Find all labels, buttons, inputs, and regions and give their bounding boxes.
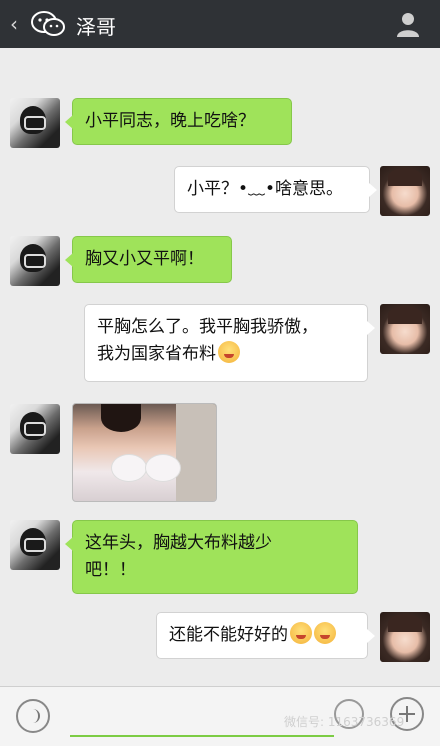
contact-avatar[interactable] [10, 236, 60, 286]
profile-icon[interactable] [394, 10, 422, 38]
message-bubble[interactable]: 平胸怎么了。我平胸我骄傲， 我为国家省布料 [84, 304, 375, 382]
message-text-line1: 平胸怎么了。我平胸我骄傲， [97, 317, 318, 337]
my-avatar[interactable] [380, 612, 430, 662]
message-bubble[interactable]: 胸又小又平啊！ [65, 236, 232, 283]
laughing-emoji-icon [314, 622, 336, 644]
top-bar: ‹ 泽哥 [0, 0, 440, 48]
message-bubble[interactable]: 还能不能好好的 [156, 612, 375, 659]
blushing-emoji-icon [218, 341, 240, 363]
message-text: 还能不能好好的 [169, 625, 288, 645]
my-avatar[interactable] [380, 304, 430, 354]
contact-avatar[interactable] [10, 404, 60, 454]
message-text-line1: 这年头，胸越大布料越少 [85, 533, 272, 553]
message-text: 小平？•﹏•啥意思。 [187, 179, 344, 199]
my-avatar[interactable] [380, 166, 430, 216]
wechat-icon [31, 11, 65, 36]
message-text: 胸又小又平啊！ [85, 249, 204, 269]
back-icon[interactable]: ‹ [10, 12, 18, 36]
message-text-line2: 吧！！ [85, 560, 136, 580]
dizzy-face-emoji-icon [290, 622, 312, 644]
message-bubble[interactable]: 小平？•﹏•啥意思。 [174, 166, 377, 213]
chat-title: 泽哥 [76, 15, 116, 39]
message-bubble[interactable]: 小平同志，晚上吃啥？ [65, 98, 292, 145]
voice-input-button[interactable] [16, 699, 50, 733]
watermark: 微信号: 1163736369 [284, 715, 405, 729]
image-message[interactable] [72, 403, 217, 502]
contact-avatar[interactable] [10, 98, 60, 148]
message-text: 小平同志，晚上吃啥？ [85, 111, 255, 131]
message-bubble[interactable]: 这年头，胸越大布料越少 吧！！ [65, 520, 358, 594]
message-text-line2: 我为国家省布料 [97, 341, 355, 368]
contact-avatar[interactable] [10, 520, 60, 570]
